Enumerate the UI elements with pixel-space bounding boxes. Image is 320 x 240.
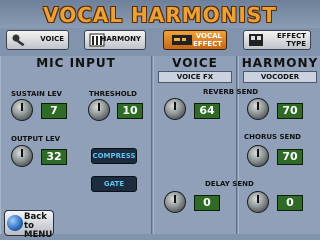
- chorus-send-label: CHORUS SEND: [244, 133, 301, 141]
- voice-fx-box: VOICE FX: [158, 71, 232, 83]
- back-to-menu-label: Back to MENU: [24, 212, 53, 240]
- effect-type-icon: [249, 34, 263, 46]
- voice-title: VOICE: [172, 56, 218, 70]
- harmony-chorus-knob[interactable]: [247, 145, 269, 167]
- gate-button[interactable]: GATE: [91, 176, 137, 192]
- mic-input-panel: MIC INPUT SUSTAIN LEV 7 THRESHOLD 10 OUT…: [0, 56, 152, 234]
- threshold-value: 10: [117, 103, 143, 119]
- harmony-title: HARMONY: [241, 56, 319, 70]
- sustain-level-value: 7: [41, 103, 67, 119]
- voice-reverb-knob[interactable]: [164, 98, 186, 120]
- vocoder-box: VOCODER: [243, 71, 317, 83]
- sustain-level-label: SUSTAIN LEV: [11, 90, 62, 98]
- back-to-menu-button[interactable]: Back to MENU: [4, 210, 54, 240]
- voice-delay-value: 0: [194, 195, 220, 211]
- mic-input-title: MIC INPUT: [36, 56, 116, 70]
- tab-effect-type-label: EFFECT TYPE: [276, 32, 306, 48]
- tab-voice[interactable]: VOICE: [6, 30, 69, 50]
- threshold-knob[interactable]: [88, 99, 110, 121]
- effect-unit-icon: [172, 35, 192, 45]
- harmony-reverb-value: 70: [277, 103, 303, 119]
- tab-vocal-effect[interactable]: VOCAL EFFECT: [163, 30, 227, 50]
- voice-panel: VOICE VOICE FX 64 0: [153, 56, 237, 234]
- reverb-send-label: REVERB SEND: [203, 88, 259, 96]
- harmony-chorus-value: 70: [277, 149, 303, 165]
- harmony-reverb-knob[interactable]: [247, 98, 269, 120]
- globe-icon: [7, 215, 23, 231]
- microphone-icon: [12, 34, 25, 47]
- harmony-delay-knob[interactable]: [247, 191, 269, 213]
- output-level-value: 32: [41, 149, 67, 165]
- output-level-knob[interactable]: [11, 145, 33, 167]
- vocal-harmonist-screen: VOCAL HARMONIST VOICE HARMONY VOCAL EFFE…: [0, 0, 320, 240]
- tab-harmony-label: HARMONY: [100, 35, 141, 43]
- tab-voice-label: VOICE: [40, 35, 64, 43]
- compress-button[interactable]: COMPRESS: [91, 148, 137, 164]
- harmony-delay-value: 0: [277, 195, 303, 211]
- harmony-panel: HARMONY VOCODER 70 70 0: [238, 56, 320, 234]
- voice-delay-knob[interactable]: [164, 191, 186, 213]
- tab-harmony[interactable]: HARMONY: [84, 30, 146, 50]
- tab-effect-type[interactable]: EFFECT TYPE: [243, 30, 311, 50]
- voice-reverb-value: 64: [194, 103, 220, 119]
- output-level-label: OUTPUT LEV: [11, 135, 61, 143]
- page-title: VOCAL HARMONIST: [43, 3, 277, 27]
- threshold-label: THRESHOLD: [89, 90, 137, 98]
- title-bar: VOCAL HARMONIST: [0, 0, 320, 28]
- sustain-level-knob[interactable]: [11, 99, 33, 121]
- tab-vocal-effect-label: VOCAL EFFECT: [192, 32, 222, 48]
- delay-send-label: DELAY SEND: [205, 180, 254, 188]
